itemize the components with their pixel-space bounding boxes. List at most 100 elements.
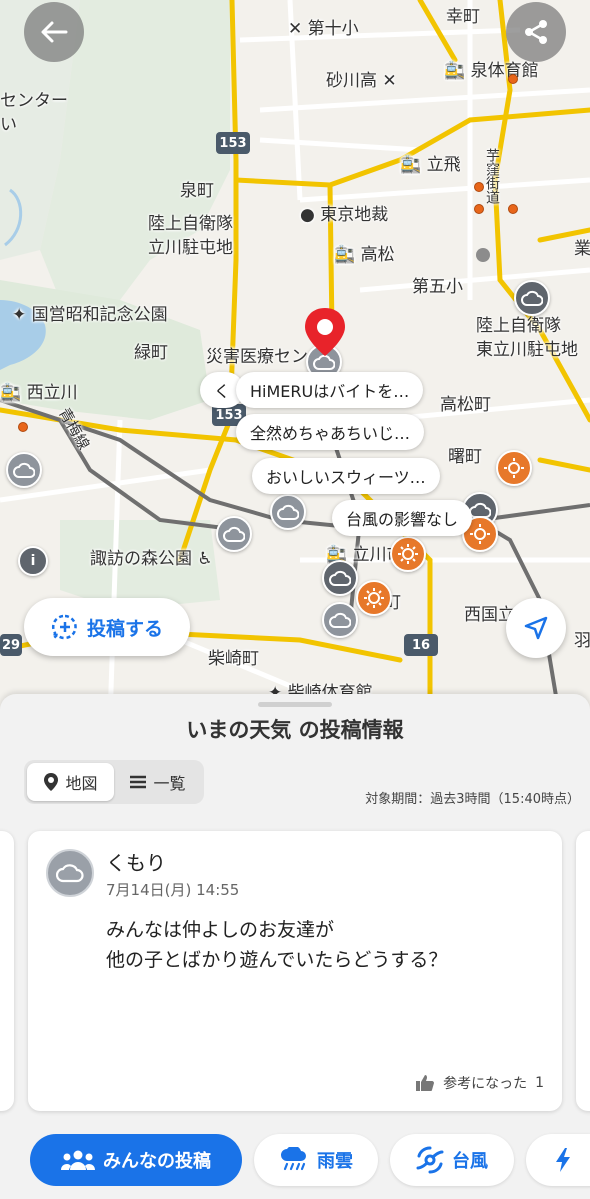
typhoon-icon [416, 1146, 444, 1174]
avatar [46, 849, 94, 897]
sun-icon [470, 524, 490, 544]
map-label-court: ● 東京地裁 [300, 205, 389, 225]
tab-label: 雨雲 [317, 1151, 353, 1172]
share-button[interactable] [506, 2, 566, 62]
map-label-base: 陸上自衛隊 東立川駐屯地 [476, 316, 578, 360]
post-body-line: 他の子とばかり遊んでいたらどうする？ [106, 949, 448, 971]
segment-list[interactable]: 一覧 [114, 763, 201, 801]
thumbs-up-icon [416, 1075, 435, 1091]
segment-map[interactable]: 地図 [27, 763, 114, 801]
map-label-town: 高松町 [440, 395, 491, 415]
post-body: みんなは仲よしのお友達が 他の子とばかり遊んでいたらどうする？ [106, 915, 536, 975]
sun-weather-pin[interactable] [356, 580, 392, 616]
lightning-icon [556, 1148, 570, 1172]
navigation-arrow-icon [524, 616, 548, 640]
map-label-fragment: 羽 [574, 631, 590, 651]
map-label-road: 芋窪街道 [484, 148, 500, 204]
rain-cloud-icon [281, 1147, 306, 1171]
map-label-town: 曙町 [448, 447, 482, 467]
period-text: 対象期間：過去3時間（15:40時点） [365, 792, 580, 807]
drag-handle[interactable] [258, 702, 332, 707]
tab-typhoon[interactable]: 台風 [390, 1134, 514, 1186]
route-shield: 16 [404, 634, 438, 656]
poi-dot [508, 74, 518, 84]
post-button-label: 投稿する [86, 617, 163, 640]
map-label-station: 🚉 西立川 [0, 383, 78, 403]
map-label-center: センター [0, 91, 68, 111]
segment-label: 地図 [65, 774, 98, 793]
post-bubble[interactable]: 全然めちゃあちいじ… [236, 414, 425, 450]
sun-icon [364, 588, 384, 608]
tab-label: みんなの投稿 [103, 1151, 211, 1172]
helpful-count: 1 [535, 1075, 544, 1091]
helpful-label: 参考になった [443, 1076, 528, 1092]
cloud-weather-pin[interactable] [514, 280, 550, 316]
post-date: 7月14日(月) 14:55 [106, 881, 240, 899]
cloud-weather-pin[interactable] [216, 516, 252, 552]
post-bubble[interactable]: HiMERUはバイトを… [236, 372, 424, 408]
share-icon [525, 20, 547, 44]
cloud-icon [277, 504, 299, 520]
map-pin-icon [44, 773, 59, 791]
post-bubble[interactable]: おいしいスウィーツ… [252, 458, 440, 494]
sheet-title: いまの天気 の投稿情報 [186, 718, 404, 742]
post-button[interactable]: 投稿する [24, 598, 190, 656]
cloud-icon [223, 526, 245, 542]
map-label-station: 🚉 高松 [334, 245, 395, 265]
tab-label: 台風 [452, 1151, 488, 1172]
cloud-weather-pin[interactable] [322, 560, 358, 596]
segment-label: 一覧 [153, 774, 186, 793]
helpful-button[interactable]: 参考になった 1 [415, 1073, 544, 1093]
route-shield: 153 [216, 132, 250, 154]
map-label-station: 🚉 立飛 [400, 155, 461, 175]
cloud-icon [329, 570, 351, 586]
post-card[interactable]: くもり 7月14日(月) 14:55 みんなは仲よしのお友達が 他の子とばかり遊… [28, 831, 562, 1111]
map-label-town: 幸町 [446, 7, 480, 27]
info-icon: i [30, 553, 36, 569]
post-card-next[interactable] [576, 831, 590, 1111]
map-label-school: 砂川高 ✕ [326, 71, 397, 91]
poi-dot [18, 422, 28, 432]
cloud-icon [56, 864, 84, 883]
map-label-school: 第五小 [412, 277, 463, 297]
cloud-icon [13, 462, 35, 478]
map-label-park: 諏訪の森公園 ♿ [90, 549, 213, 569]
map-label-school: ✕ 第十小 [288, 19, 359, 39]
back-button[interactable] [24, 2, 84, 62]
route-shield: 29 [0, 634, 22, 656]
map-label-town: 泉町 [180, 181, 214, 201]
map-label-hospital: 災害医療セン [206, 347, 308, 367]
posts-sheet: いまの天気 の投稿情報 地図 一覧 対象期間：過去3時間（15:40時点） くも… [0, 694, 590, 1199]
partly-sunny-icon [504, 458, 524, 478]
map-view[interactable]: ✕ 第十小 幸町 🚉 泉体育館 砂川高 ✕ センター い 🚉 立飛 芋窪街道 泉… [0, 0, 590, 720]
poi-dot [508, 204, 518, 214]
sun-icon [398, 544, 418, 564]
cloud-weather-pin[interactable] [270, 494, 306, 530]
cloud-icon [521, 290, 543, 306]
post-bubble[interactable]: 台風の影響なし [332, 500, 473, 536]
tab-lightning[interactable] [526, 1134, 590, 1186]
poi-dot [474, 182, 484, 192]
map-label-park: ✦ 国営昭和記念公園 [12, 305, 168, 325]
post-body-line: みんなは仲よしのお友達が [106, 919, 335, 941]
map-label-fragment: い [0, 115, 17, 135]
location-pin-icon[interactable] [301, 306, 349, 358]
poi-dot [474, 204, 484, 214]
sun-weather-pin[interactable] [496, 450, 532, 486]
tab-everyone-posts[interactable]: みんなの投稿 [30, 1134, 242, 1186]
map-label-town: 緑町 [134, 343, 168, 363]
add-post-icon [51, 614, 77, 641]
map-label-town: 柴崎町 [208, 649, 259, 669]
category-tabs: みんなの投稿 雨雲 台風 [0, 1134, 590, 1186]
map-label-base: 陸上自衛隊 立川駐屯地 [148, 214, 233, 258]
post-card-prev[interactable] [0, 831, 14, 1111]
tab-rain-clouds[interactable]: 雨雲 [254, 1134, 378, 1186]
list-icon [130, 775, 147, 789]
post-weather: くもり [106, 851, 166, 875]
locate-button[interactable] [506, 598, 566, 658]
cloud-weather-pin[interactable] [322, 602, 358, 638]
cloud-weather-pin[interactable] [6, 452, 42, 488]
cloud-icon [329, 612, 351, 628]
sun-weather-pin[interactable] [390, 536, 426, 572]
info-pin[interactable]: i [18, 546, 48, 576]
